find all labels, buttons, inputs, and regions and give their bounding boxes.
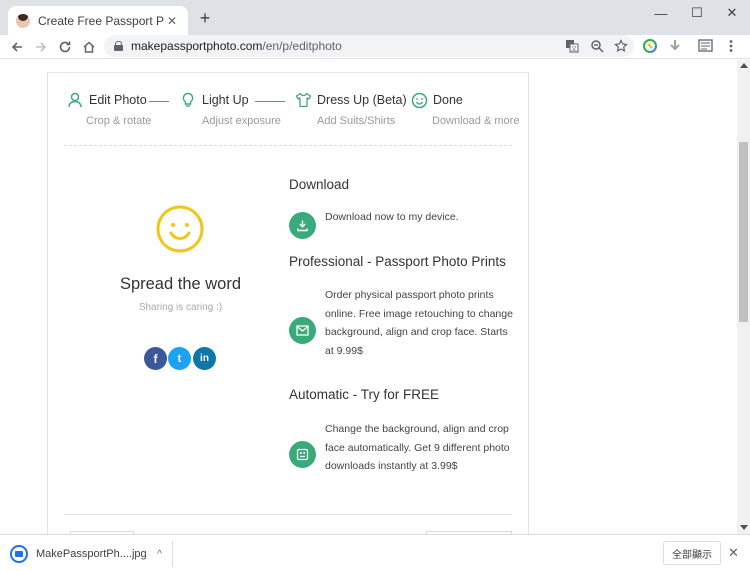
step-sublabel: Crop & rotate xyxy=(86,115,152,127)
downloads-icon[interactable] xyxy=(667,38,683,54)
browser-tab[interactable]: Create Free Passport Photo ✕ xyxy=(8,6,188,35)
bookmark-star-icon[interactable] xyxy=(613,38,629,54)
download-item[interactable]: MakePassportPh....jpg ^ xyxy=(10,541,173,567)
step-sublabel: Adjust exposure xyxy=(202,115,281,127)
tab-strip: Create Free Passport Photo ✕ + — ☐ ✕ xyxy=(0,0,750,35)
automatic-text[interactable]: Change the background, align and crop fa… xyxy=(325,420,515,476)
window-maximize-button[interactable]: ☐ xyxy=(679,0,715,26)
zoom-icon[interactable] xyxy=(589,38,605,54)
person-icon xyxy=(66,91,84,109)
reading-list-icon[interactable] xyxy=(698,38,714,54)
browser-toolbar: makepassportphoto.com/en/p/editphoto 文 xyxy=(0,35,750,59)
step-dress-up[interactable]: Dress Up (Beta) Add Suits/Shirts xyxy=(294,91,407,127)
new-tab-button[interactable]: + xyxy=(196,9,214,28)
twitter-share-button[interactable]: t xyxy=(168,347,191,370)
content-divider xyxy=(64,514,512,515)
step-edit-photo[interactable]: Edit Photo Crop & rotate xyxy=(66,91,151,127)
professional-text[interactable]: Order physical passport photo prints onl… xyxy=(325,286,515,360)
step-done[interactable]: Done Download & more xyxy=(410,91,519,127)
svg-text:文: 文 xyxy=(571,45,577,53)
download-shelf: MakePassportPh....jpg ^ 全部顯示 ✕ xyxy=(0,534,750,571)
home-button[interactable] xyxy=(80,38,98,56)
translate-icon[interactable]: 文 xyxy=(564,38,580,54)
extension-icon[interactable] xyxy=(642,38,658,54)
automatic-button[interactable] xyxy=(289,441,316,468)
reload-icon xyxy=(59,41,71,53)
step-sublabel: Add Suits/Shirts xyxy=(317,115,396,127)
home-icon xyxy=(83,41,95,53)
scroll-down-arrow-icon[interactable] xyxy=(740,525,748,530)
address-bar[interactable]: makepassportphoto.com/en/p/editphoto xyxy=(104,35,634,57)
site-favicon-icon xyxy=(16,13,30,28)
professional-button[interactable] xyxy=(289,317,316,344)
scrollbar-thumb[interactable] xyxy=(739,142,748,322)
steps-divider xyxy=(64,145,512,146)
mail-icon xyxy=(296,325,309,336)
step-light-up[interactable]: Light Up Adjust exposure xyxy=(179,91,281,127)
step-label: Light Up xyxy=(202,93,249,107)
forward-arrow-icon xyxy=(36,42,47,52)
step-label: Done xyxy=(433,93,463,107)
window-close-button[interactable]: ✕ xyxy=(714,0,750,26)
step-connector xyxy=(255,101,285,102)
reload-button[interactable] xyxy=(56,38,74,56)
page-scrollbar[interactable] xyxy=(737,60,750,534)
download-title: Download xyxy=(289,177,350,192)
step-sublabel: Download & more xyxy=(432,115,520,127)
share-title: Spread the word xyxy=(119,275,242,293)
show-all-downloads-button[interactable]: 全部顯示 xyxy=(663,541,721,565)
automatic-title: Automatic - Try for FREE xyxy=(289,387,440,402)
step-connector xyxy=(149,101,169,102)
smiley-icon xyxy=(410,91,428,109)
downloaded-file-icon xyxy=(10,545,28,563)
url-host: makepassportphoto.com xyxy=(131,39,263,53)
big-smiley-icon xyxy=(156,205,204,253)
professional-title: Professional - Passport Photo Prints xyxy=(289,254,506,269)
robot-icon xyxy=(296,448,309,461)
step-label: Edit Photo xyxy=(89,93,147,107)
facebook-share-button[interactable]: f xyxy=(144,347,167,370)
download-icon xyxy=(297,220,308,232)
download-text[interactable]: Download now to my device. xyxy=(325,208,515,227)
download-button[interactable] xyxy=(289,212,316,239)
tab-title: Create Free Passport Photo xyxy=(38,13,164,28)
page-viewport: Edit Photo Crop & rotate Light Up Adjust… xyxy=(0,60,737,534)
shirt-icon xyxy=(294,91,312,109)
window-minimize-button[interactable]: — xyxy=(643,0,679,26)
step-label: Dress Up (Beta) xyxy=(317,93,407,107)
url-path: /en/p/editphoto xyxy=(262,39,342,53)
back-button[interactable] xyxy=(8,38,26,56)
share-subtitle: Sharing is caring :) xyxy=(138,302,223,313)
download-file-name: MakePassportPh....jpg xyxy=(36,548,147,560)
back-arrow-icon xyxy=(11,42,22,52)
lightbulb-icon xyxy=(179,91,197,109)
linkedin-share-button[interactable]: in xyxy=(193,347,216,370)
tab-close-button[interactable]: ✕ xyxy=(164,13,180,29)
scroll-up-arrow-icon[interactable] xyxy=(740,63,748,68)
lock-icon xyxy=(114,41,123,51)
chevron-up-icon[interactable]: ^ xyxy=(157,549,162,560)
close-shelf-icon[interactable]: ✕ xyxy=(728,545,739,561)
menu-kebab-icon[interactable] xyxy=(723,38,739,54)
forward-button[interactable] xyxy=(32,38,50,56)
edit-photo-card: Edit Photo Crop & rotate Light Up Adjust… xyxy=(47,72,529,534)
